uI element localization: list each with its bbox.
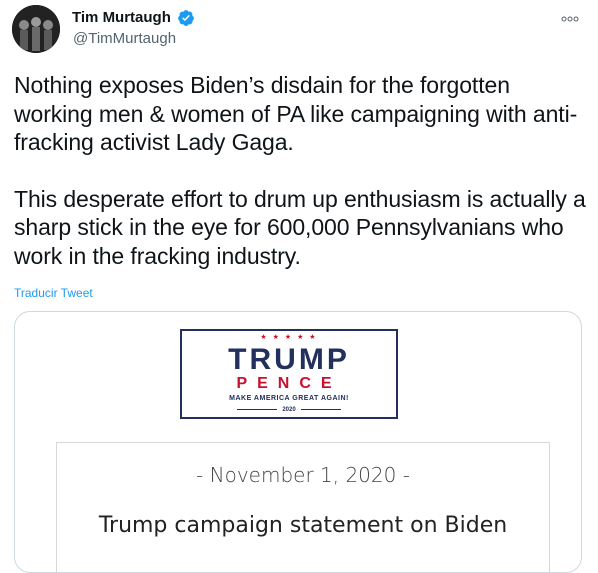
logo-trump: TRUMP [228,343,350,376]
tweet-paragraph-2: This desperate effort to drum up enthusi… [14,185,586,269]
statement-title: Trump campaign statement on Biden [98,513,508,538]
profile-photo-icon [12,5,60,53]
logo-pence: PENCE [236,375,342,392]
author-display-name[interactable]: Tim Murtaugh [72,8,171,28]
campaign-logo: ★ ★ ★ ★ ★ TRUMP PENCE MAKE AMERICA GREAT… [180,329,398,419]
verified-badge-icon [178,10,194,26]
avatar[interactable] [12,5,60,53]
logo-slogan: MAKE AMERICA GREAT AGAIN! [229,395,349,402]
media-card[interactable]: ★ ★ ★ ★ ★ TRUMP PENCE MAKE AMERICA GREAT… [14,311,582,573]
statement-box: - November 1, 2020 - Trump campaign stat… [56,442,550,572]
statement-date: - November 1, 2020 - [196,463,410,487]
tweet-paragraph-1: Nothing exposes Biden’s disdain for the … [14,72,578,155]
more-options-icon[interactable] [560,14,580,24]
tweet-text: Nothing exposes Biden’s disdain for the … [14,71,589,270]
author-handle[interactable]: @TimMurtaugh [73,29,176,49]
translate-tweet-link[interactable]: Traducir Tweet [14,286,93,300]
logo-stars: ★ ★ ★ ★ ★ [260,334,318,341]
logo-year: 2020 [182,407,396,413]
